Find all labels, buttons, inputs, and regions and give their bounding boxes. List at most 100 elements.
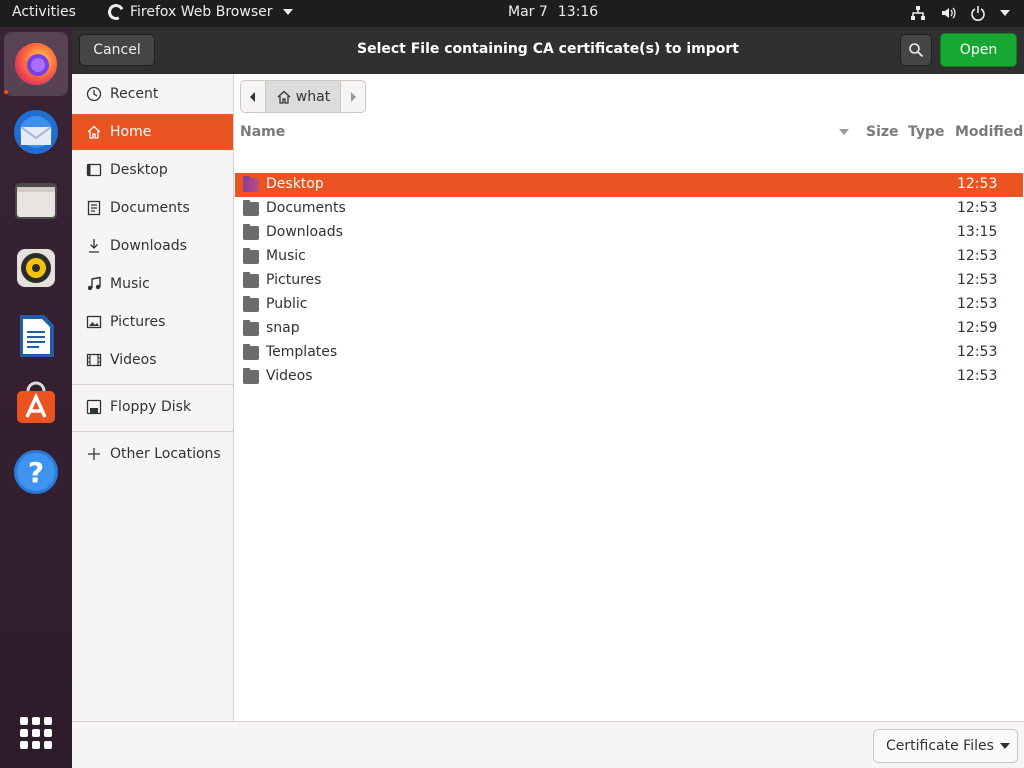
dock-help[interactable]: ? xyxy=(4,440,68,504)
home-icon xyxy=(86,124,102,140)
file-modified: 12:53 xyxy=(957,344,998,360)
file-row[interactable]: Videos 12:53 xyxy=(235,365,1023,389)
network-icon xyxy=(911,6,925,20)
search-button[interactable] xyxy=(900,34,932,66)
dock-firefox[interactable] xyxy=(4,32,68,96)
help-icon: ? xyxy=(14,450,58,494)
dock-rhythmbox[interactable] xyxy=(4,236,68,300)
video-icon xyxy=(86,352,102,368)
sidebar-item-recent[interactable]: Recent xyxy=(72,76,233,112)
sidebar-item-downloads[interactable]: Downloads xyxy=(72,228,233,264)
firefox-icon xyxy=(15,43,57,85)
rhythmbox-icon xyxy=(17,249,55,287)
chevron-down-icon xyxy=(282,9,293,15)
file-name: Documents xyxy=(266,200,346,216)
clock-date: Mar 7 xyxy=(508,4,548,20)
path-forward-button[interactable] xyxy=(341,81,365,112)
file-row[interactable]: Music 12:53 xyxy=(235,245,1023,269)
svg-text:?: ? xyxy=(28,456,44,489)
column-header: Name Size Type Modified xyxy=(235,119,1024,147)
file-row[interactable]: Templates 12:53 xyxy=(235,341,1023,365)
sidebar-separator xyxy=(72,384,233,385)
file-modified: 12:53 xyxy=(957,296,998,312)
plus-icon xyxy=(86,446,102,462)
file-name: Public xyxy=(266,296,308,312)
libreoffice-writer-icon xyxy=(20,315,54,357)
file-name: Downloads xyxy=(266,224,343,240)
file-filter-select[interactable]: Certificate Files xyxy=(873,729,1018,763)
file-chooser-dialog: Cancel Select File containing CA certifi… xyxy=(72,27,1024,768)
dialog-title: Select File containing CA certificate(s)… xyxy=(356,41,739,57)
sidebar-item-label: Downloads xyxy=(110,238,187,254)
column-type[interactable]: Type xyxy=(908,124,945,140)
sidebar-item-music[interactable]: Music xyxy=(72,266,233,302)
chevron-right-icon xyxy=(351,91,356,102)
sort-down-icon xyxy=(839,129,849,135)
top-bar: Activities Firefox Web Browser Mar 7 13:1… xyxy=(0,0,1024,27)
files-icon xyxy=(15,183,57,219)
file-modified: 12:53 xyxy=(957,176,998,192)
clock-icon xyxy=(86,86,102,102)
ubuntu-software-icon xyxy=(17,381,55,423)
sidebar-item-floppy-disk[interactable]: Floppy Disk xyxy=(72,389,233,425)
sidebar-item-documents[interactable]: Documents xyxy=(72,190,233,226)
app-menu[interactable]: Firefox Web Browser xyxy=(105,1,293,23)
column-size[interactable]: Size xyxy=(866,124,899,140)
dock-files[interactable] xyxy=(4,168,68,232)
dock-writer[interactable] xyxy=(4,304,68,368)
file-name: Videos xyxy=(266,368,313,384)
power-icon xyxy=(971,6,985,21)
file-row[interactable]: snap 12:59 xyxy=(235,317,1023,341)
file-list: Name Size Type Modified Desktop 12:53 Do… xyxy=(235,119,1024,721)
dock-thunderbird[interactable] xyxy=(4,100,68,164)
sidebar-item-label: Floppy Disk xyxy=(110,399,192,415)
download-icon xyxy=(86,238,102,254)
file-row[interactable]: Pictures 12:53 xyxy=(235,269,1023,293)
file-row[interactable]: Downloads 13:15 xyxy=(235,221,1023,245)
sidebar-item-label: Music xyxy=(110,276,150,292)
sidebar-item-home[interactable]: Home xyxy=(72,114,233,150)
file-row[interactable]: Documents 12:53 xyxy=(235,197,1023,221)
sidebar-item-label: Recent xyxy=(110,86,159,102)
activities-button[interactable]: Activities xyxy=(12,4,76,20)
folder-icon xyxy=(243,320,259,336)
sidebar-item-label: Home xyxy=(110,124,152,140)
file-row[interactable]: Desktop 12:53 xyxy=(235,173,1023,197)
file-name: Pictures xyxy=(266,272,322,288)
folder-icon xyxy=(243,296,259,312)
search-icon xyxy=(909,43,924,58)
folder-icon xyxy=(243,368,259,384)
folder-icon xyxy=(243,272,259,288)
document-icon xyxy=(86,200,102,216)
picture-icon xyxy=(86,314,102,330)
app-name: Firefox Web Browser xyxy=(130,4,273,20)
path-crumb-label: what xyxy=(295,88,331,105)
folder-icon xyxy=(243,200,259,216)
show-applications-icon[interactable] xyxy=(20,717,52,749)
file-name: Music xyxy=(266,248,306,264)
dock-software[interactable] xyxy=(4,372,68,436)
column-modified[interactable]: Modified xyxy=(955,124,1023,140)
path-back-button[interactable] xyxy=(241,81,265,112)
sidebar-item-label: Videos xyxy=(110,352,157,368)
clock[interactable]: Mar 7 13:16 xyxy=(508,4,598,20)
file-row[interactable]: Public 12:53 xyxy=(235,293,1023,317)
sidebar-item-pictures[interactable]: Pictures xyxy=(72,304,233,340)
file-name: Templates xyxy=(266,344,338,360)
sidebar-item-other-locations[interactable]: Other Locations xyxy=(72,436,233,472)
volume-icon xyxy=(942,7,956,19)
desktop-folder-icon xyxy=(243,176,259,192)
sidebar-item-desktop[interactable]: Desktop xyxy=(72,152,233,188)
column-name[interactable]: Name xyxy=(240,124,285,140)
sidebar-item-label: Other Locations xyxy=(110,446,221,462)
sidebar-item-videos[interactable]: Videos xyxy=(72,342,233,378)
file-filter-value: Certificate Files xyxy=(886,738,994,754)
system-tray[interactable] xyxy=(910,5,1010,21)
file-modified: 12:53 xyxy=(957,200,998,216)
path-crumb-home[interactable]: what xyxy=(265,81,341,112)
cancel-button[interactable]: Cancel xyxy=(79,34,155,66)
sidebar-item-label: Documents xyxy=(110,200,190,216)
clock-time: 13:16 xyxy=(557,4,599,20)
chevron-down-icon xyxy=(999,743,1010,749)
open-button[interactable]: Open xyxy=(940,33,1017,67)
